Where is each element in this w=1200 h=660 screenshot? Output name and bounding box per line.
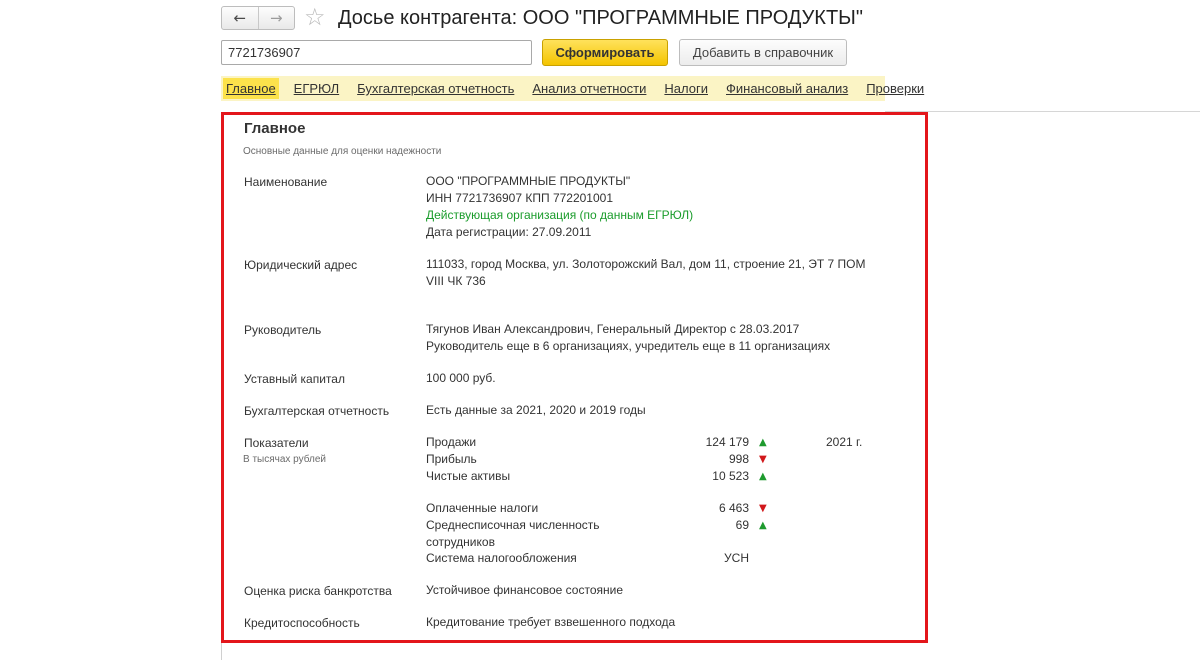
trend-up-icon: ▲	[759, 520, 767, 531]
divider	[221, 640, 222, 660]
indicator-name-line: Среднесписочная численность	[426, 518, 600, 532]
bankruptcy-label: Оценка риска банкротства	[244, 584, 392, 598]
director-name: Тягунов Иван Александрович, Генеральный …	[426, 322, 800, 336]
trend-up-icon: ▲	[759, 437, 767, 448]
tab-inspections[interactable]: Проверки	[863, 78, 927, 99]
history-nav: ← →	[221, 6, 295, 30]
registration-date: Дата регистрации: 27.09.2011	[426, 225, 592, 239]
section-title: Главное	[244, 120, 306, 137]
trend-down-icon: ▼	[759, 503, 767, 514]
indicators-label: Показатели	[244, 436, 309, 450]
tab-taxes[interactable]: Налоги	[661, 78, 711, 99]
indicators-year: 2021 г.	[826, 435, 863, 449]
indicator-name: Среднесписочная численность сотрудников	[426, 517, 600, 551]
indicator-value: 998	[728, 452, 749, 466]
indicator-value: 69	[735, 518, 749, 532]
name-value: ООО "ПРОГРАММНЫЕ ПРОДУКТЫ" ИНН 772173690…	[426, 173, 693, 241]
indicators-sublabel: В тысячах рублей	[243, 454, 327, 465]
window-title: Досье контрагента: ООО "ПРОГРАММНЫЕ ПРОД…	[338, 7, 863, 29]
back-arrow-icon[interactable]: ←	[222, 7, 258, 29]
director-other-orgs: Руководитель еще в 6 организациях, учред…	[426, 339, 831, 353]
indicator-value: 124 179	[705, 435, 749, 449]
indicator-value: 6 463	[718, 501, 749, 515]
reporting-label: Бухгалтерская отчетность	[244, 404, 390, 418]
indicator-value: УСН	[724, 551, 749, 565]
tab-accounting-reports[interactable]: Бухгалтерская отчетность	[354, 78, 517, 99]
indicator-name: Прибыль	[426, 452, 477, 466]
bankruptcy-value: Устойчивое финансовое состояние	[426, 583, 624, 597]
indicator-name: Продажи	[426, 435, 477, 449]
tab-financial-analysis[interactable]: Финансовый анализ	[723, 78, 851, 99]
credit-label: Кредитоспособность	[244, 616, 360, 630]
add-to-directory-button[interactable]: Добавить в справочник	[679, 39, 847, 66]
address-line1: 111033, город Москва, ул. Золоторожский …	[426, 257, 866, 271]
indicator-value: 10 523	[712, 469, 749, 483]
credit-value: Кредитование требует взвешенного подхода	[426, 615, 676, 629]
inn-input[interactable]	[221, 40, 532, 65]
director-label: Руководитель	[244, 323, 322, 337]
generate-button[interactable]: Сформировать	[542, 39, 668, 66]
address-line2: VIII ЧК 736	[426, 274, 486, 288]
status-text: Действующая организация (по данным ЕГРЮЛ…	[426, 208, 694, 222]
company-name: ООО "ПРОГРАММНЫЕ ПРОДУКТЫ"	[426, 174, 631, 188]
indicator-name: Оплаченные налоги	[426, 501, 539, 515]
section-subtitle: Основные данные для оценки надежности	[243, 146, 442, 157]
indicator-name-line: сотрудников	[426, 535, 495, 549]
address-label: Юридический адрес	[244, 258, 358, 272]
trend-up-icon: ▲	[759, 471, 767, 482]
divider	[885, 111, 1200, 112]
dossier-window: ← → ☆ Досье контрагента: ООО "ПРОГРАММНЫ…	[0, 0, 1200, 660]
forward-arrow-icon[interactable]: →	[257, 7, 295, 29]
inn-kpp: ИНН 7721736907 КПП 772201001	[426, 191, 614, 205]
capital-label: Уставный капитал	[244, 372, 345, 386]
section-tabs: Главное ЕГРЮЛ Бухгалтерская отчетность А…	[221, 76, 924, 101]
trend-down-icon: ▼	[759, 454, 767, 465]
star-icon[interactable]: ☆	[304, 3, 326, 31]
indicator-name: Чистые активы	[426, 469, 511, 483]
reporting-value: Есть данные за 2021, 2020 и 2019 годы	[426, 403, 646, 417]
name-label: Наименование	[244, 175, 328, 189]
tab-egrul[interactable]: ЕГРЮЛ	[291, 78, 342, 99]
tab-reports-analysis[interactable]: Анализ отчетности	[529, 78, 649, 99]
tab-main[interactable]: Главное	[223, 78, 279, 99]
director-value: Тягунов Иван Александрович, Генеральный …	[426, 321, 830, 355]
address-value: 111033, город Москва, ул. Золоторожский …	[426, 256, 866, 290]
indicator-name: Система налогообложения	[426, 551, 577, 565]
capital-value: 100 000 руб.	[426, 371, 496, 385]
